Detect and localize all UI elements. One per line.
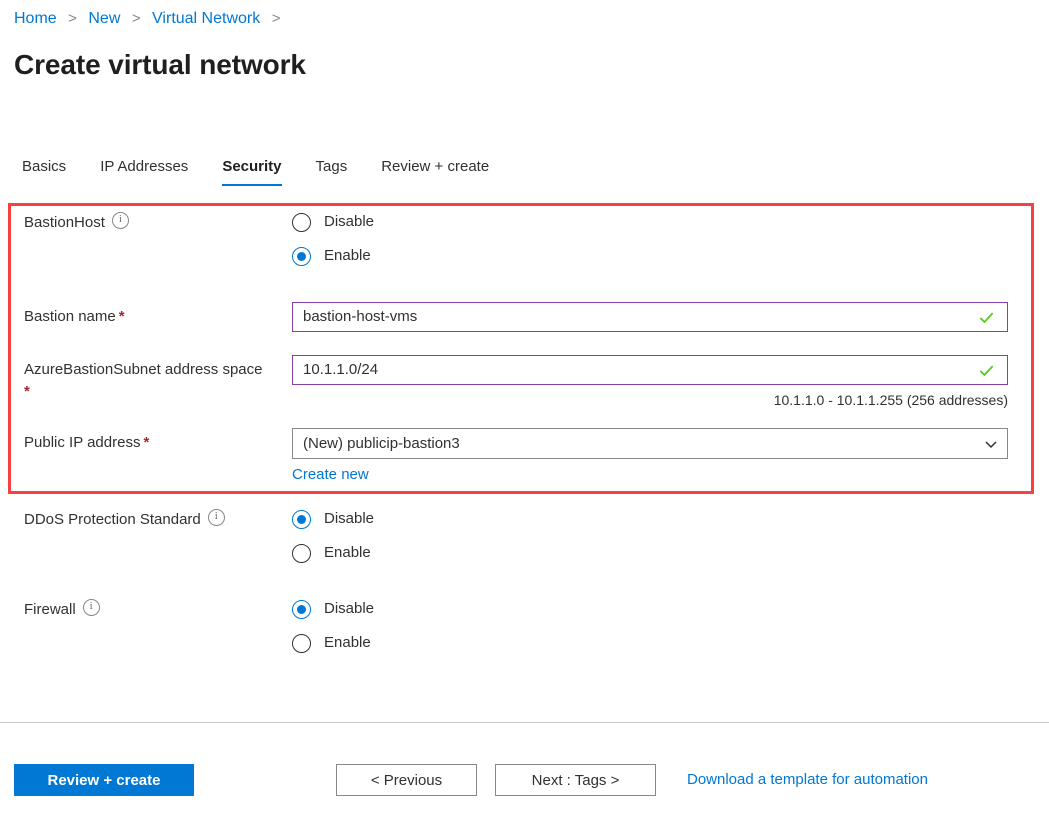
bastion-host-option-disable[interactable]: Disable bbox=[292, 205, 374, 239]
info-icon[interactable] bbox=[111, 212, 129, 229]
previous-button[interactable]: < Previous bbox=[336, 764, 477, 796]
ddos-protection-option-enable[interactable]: Enable bbox=[292, 536, 374, 570]
firewall-option-enable-label: Enable bbox=[324, 634, 371, 651]
tab-bar: Basics IP Addresses Security Tags Review… bbox=[22, 157, 489, 186]
next-tags-button[interactable]: Next : Tags > bbox=[495, 764, 656, 796]
tab-tags[interactable]: Tags bbox=[316, 157, 348, 186]
bastion-host-option-enable[interactable]: Enable bbox=[292, 239, 374, 273]
ddos-protection-option-enable-label: Enable bbox=[324, 544, 371, 561]
subnet-address-space-label: AzureBastionSubnet address space * bbox=[24, 359, 286, 403]
tab-basics[interactable]: Basics bbox=[22, 157, 66, 186]
info-icon[interactable] bbox=[207, 509, 225, 526]
bastion-host-option-disable-label: Disable bbox=[324, 213, 375, 230]
bastion-name-label: Bastion name * bbox=[24, 306, 286, 328]
radio-icon bbox=[292, 599, 311, 619]
firewall-label: Firewall bbox=[24, 599, 286, 621]
breadcrumb-separator-icon: > bbox=[131, 10, 141, 27]
public-ip-value: (New) publicip-bastion3 bbox=[303, 434, 460, 452]
tab-security[interactable]: Security bbox=[222, 157, 282, 186]
page-title: Create virtual network bbox=[14, 49, 306, 80]
valid-check-icon bbox=[979, 312, 994, 323]
subnet-address-space-label-text: AzureBastionSubnet address space bbox=[24, 361, 263, 378]
download-template-link[interactable]: Download a template for automation bbox=[687, 770, 928, 790]
firewall-label-text: Firewall bbox=[24, 601, 76, 618]
info-icon[interactable] bbox=[82, 599, 100, 616]
firewall-option-disable-label: Disable bbox=[324, 600, 375, 617]
subnet-address-range-helper: 10.1.1.0 - 10.1.1.255 (256 addresses) bbox=[773, 392, 1008, 408]
valid-check-icon bbox=[979, 365, 994, 376]
review-create-button[interactable]: Review + create bbox=[14, 764, 194, 796]
subnet-address-space-input[interactable]: 10.1.1.0/24 bbox=[292, 355, 1008, 385]
chevron-down-icon bbox=[985, 440, 997, 448]
bastion-name-input[interactable]: bastion-host-vms bbox=[292, 302, 1008, 332]
bastion-name-value: bastion-host-vms bbox=[303, 308, 418, 325]
public-ip-label: Public IP address * bbox=[24, 432, 286, 454]
ddos-protection-option-disable-label: Disable bbox=[324, 510, 375, 527]
footer-action-bar: Review + create < Previous Next : Tags >… bbox=[0, 764, 1049, 798]
radio-icon bbox=[292, 509, 311, 529]
breadcrumb-item-new[interactable]: New bbox=[88, 10, 120, 27]
public-ip-label-text: Public IP address bbox=[24, 434, 141, 451]
radio-icon bbox=[292, 212, 311, 232]
required-asterisk: * bbox=[143, 434, 150, 451]
radio-icon bbox=[292, 246, 311, 266]
tab-review-create[interactable]: Review + create bbox=[381, 157, 489, 186]
required-asterisk: * bbox=[24, 383, 30, 400]
breadcrumb-item-home[interactable]: Home bbox=[14, 10, 57, 27]
public-ip-dropdown[interactable]: (New) publicip-bastion3 bbox=[292, 428, 1008, 459]
breadcrumb: Home > New > Virtual Network > bbox=[14, 8, 287, 30]
subnet-address-space-field-wrap: 10.1.1.0/24 10.1.1.0 - 10.1.1.255 (256 a… bbox=[292, 355, 1008, 410]
bastion-host-option-enable-label: Enable bbox=[324, 247, 371, 264]
ddos-protection-option-disable[interactable]: Disable bbox=[292, 502, 374, 536]
ddos-protection-label-text: DDoS Protection Standard bbox=[24, 511, 201, 528]
bastion-host-label-text: BastionHost bbox=[24, 214, 105, 231]
tab-ip-addresses[interactable]: IP Addresses bbox=[100, 157, 188, 186]
bastion-host-label: BastionHost bbox=[24, 212, 286, 234]
subnet-address-space-value: 10.1.1.0/24 bbox=[303, 361, 379, 378]
bastion-host-radio-group: Disable Enable bbox=[292, 205, 374, 273]
breadcrumb-separator-icon: > bbox=[68, 10, 77, 27]
firewall-option-enable[interactable]: Enable bbox=[292, 626, 374, 660]
firewall-option-disable[interactable]: Disable bbox=[292, 592, 374, 626]
breadcrumb-item-virtual-network[interactable]: Virtual Network bbox=[152, 10, 260, 27]
ddos-protection-label: DDoS Protection Standard bbox=[24, 509, 286, 531]
bastion-name-label-text: Bastion name bbox=[24, 308, 116, 325]
create-new-public-ip-link[interactable]: Create new bbox=[292, 465, 369, 485]
firewall-radio-group: Disable Enable bbox=[292, 592, 374, 660]
breadcrumb-separator-icon: > bbox=[271, 10, 281, 27]
required-asterisk: * bbox=[118, 308, 125, 325]
radio-icon bbox=[292, 633, 311, 653]
bastion-name-field-wrap: bastion-host-vms bbox=[292, 302, 1008, 332]
radio-icon bbox=[292, 543, 311, 563]
ddos-protection-radio-group: Disable Enable bbox=[292, 502, 374, 570]
public-ip-field-wrap: (New) publicip-bastion3 Create new bbox=[292, 428, 1008, 485]
footer-divider bbox=[0, 722, 1049, 723]
